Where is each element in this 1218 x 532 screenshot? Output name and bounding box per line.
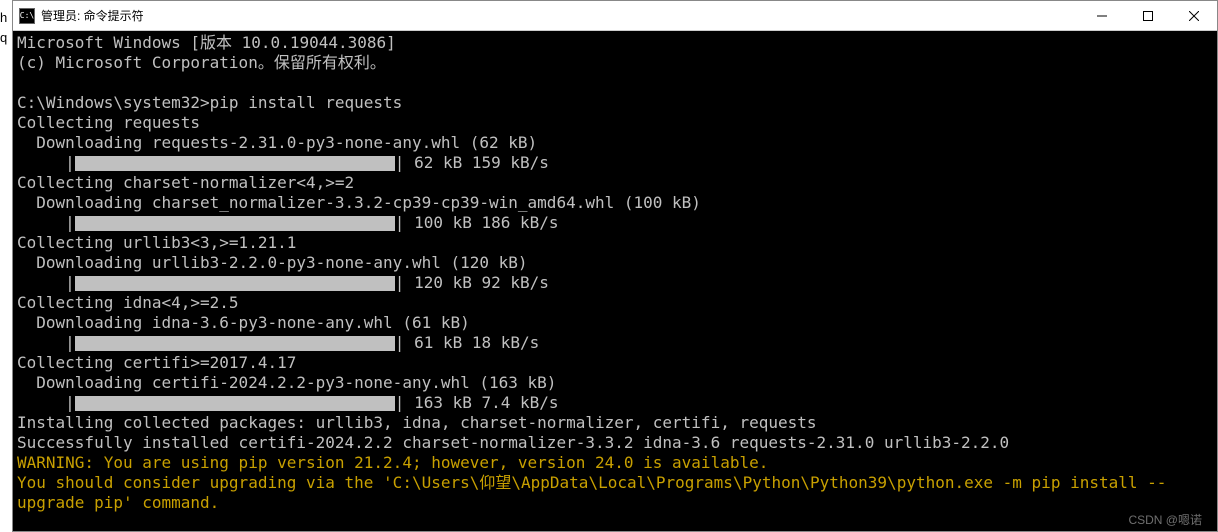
progress-indent: | — [17, 273, 75, 293]
output-line: Collecting urllib3<3,>=1.21.1 — [17, 233, 1213, 253]
close-button[interactable] — [1171, 1, 1217, 30]
output-line: Collecting requests — [17, 113, 1213, 133]
output-line: Successfully installed certifi-2024.2.2 … — [17, 433, 1213, 453]
progress-line: | | 120 kB 92 kB/s — [17, 273, 1213, 293]
progress-bar — [75, 336, 395, 351]
window-title: 管理员: 命令提示符 — [41, 7, 144, 24]
output-line: Downloading urllib3-2.2.0-py3-none-any.w… — [17, 253, 1213, 273]
progress-line: | | 62 kB 159 kB/s — [17, 153, 1213, 173]
output-line: Downloading certifi-2024.2.2-py3-none-an… — [17, 373, 1213, 393]
titlebar[interactable]: C:\ 管理员: 命令提示符 — [13, 1, 1217, 31]
warning-line: upgrade pip' command. — [17, 493, 1213, 513]
progress-text: 100 kB 186 kB/s — [404, 213, 558, 233]
progress-text: 62 kB 159 kB/s — [404, 153, 549, 173]
output-line: Downloading charset_normalizer-3.3.2-cp3… — [17, 193, 1213, 213]
progress-indent: | — [17, 333, 75, 353]
progress-bar — [75, 396, 395, 411]
progress-indent: | — [17, 153, 75, 173]
output-line: Downloading requests-2.31.0-py3-none-any… — [17, 133, 1213, 153]
progress-line: | | 163 kB 7.4 kB/s — [17, 393, 1213, 413]
cmd-app-icon: C:\ — [19, 8, 35, 24]
progress-bar — [75, 156, 395, 171]
output-line: Downloading idna-3.6-py3-none-any.whl (6… — [17, 313, 1213, 333]
progress-text: | — [395, 393, 405, 413]
terminal-output[interactable]: Microsoft Windows [版本 10.0.19044.3086] (… — [13, 31, 1217, 531]
output-line: Collecting charset-normalizer<4,>=2 — [17, 173, 1213, 193]
header-line: (c) Microsoft Corporation。保留所有权利。 — [17, 53, 1213, 73]
maximize-button[interactable] — [1125, 1, 1171, 30]
progress-bar — [75, 216, 395, 231]
output-line: Collecting idna<4,>=2.5 — [17, 293, 1213, 313]
progress-text: 120 kB 92 kB/s — [404, 273, 549, 293]
warning-line: WARNING: You are using pip version 21.2.… — [17, 453, 1213, 473]
blank-line — [17, 73, 1213, 93]
progress-text: | — [395, 333, 405, 353]
progress-indent: | — [17, 213, 75, 233]
progress-indent: | — [17, 393, 75, 413]
header-line: Microsoft Windows [版本 10.0.19044.3086] — [17, 33, 1213, 53]
progress-bar — [75, 276, 395, 291]
command-prompt-window: C:\ 管理员: 命令提示符 Microsoft Windows [版本 10.… — [12, 0, 1218, 532]
prompt-line: C:\Windows\system32>pip install requests — [17, 93, 1213, 113]
output-line: Collecting certifi>=2017.4.17 — [17, 353, 1213, 373]
warning-line: You should consider upgrading via the 'C… — [17, 473, 1213, 493]
window-controls — [1079, 1, 1217, 30]
minimize-button[interactable] — [1079, 1, 1125, 30]
title-left: C:\ 管理员: 命令提示符 — [19, 7, 144, 24]
progress-text: | — [395, 273, 405, 293]
progress-line: | | 100 kB 186 kB/s — [17, 213, 1213, 233]
progress-text: 163 kB 7.4 kB/s — [404, 393, 558, 413]
progress-line: | | 61 kB 18 kB/s — [17, 333, 1213, 353]
progress-text: 61 kB 18 kB/s — [404, 333, 539, 353]
watermark: CSDN @嗯诺 — [1128, 511, 1202, 528]
left-truncation: h q — [0, 0, 12, 532]
progress-text: | — [395, 213, 405, 233]
output-line: Installing collected packages: urllib3, … — [17, 413, 1213, 433]
progress-text: | — [395, 153, 405, 173]
